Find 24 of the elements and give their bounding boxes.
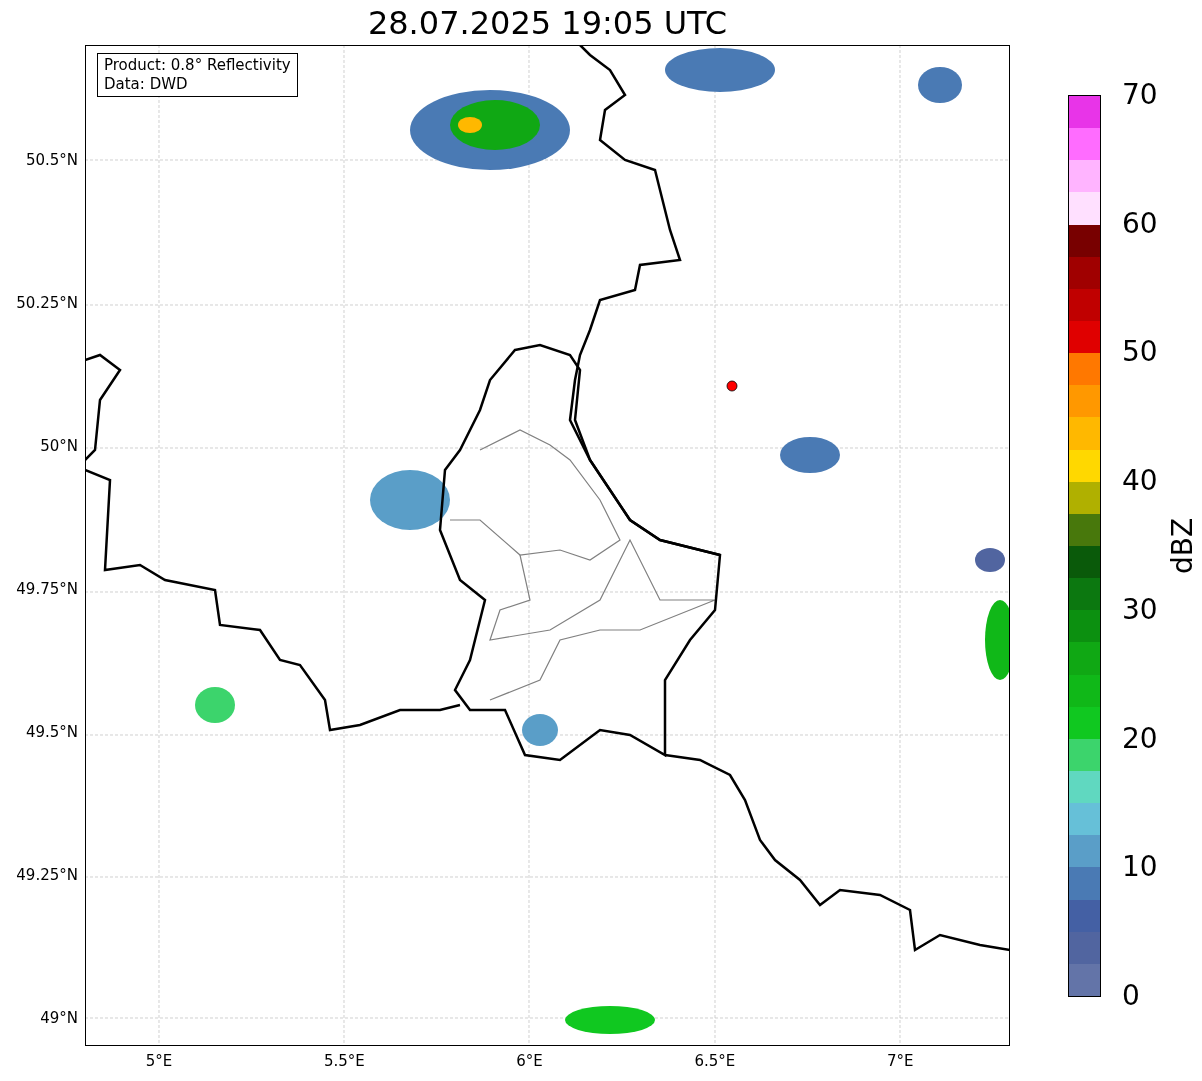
x-tick-label: 5.5°E (322, 1052, 366, 1070)
legend-text: Data: DWD (104, 75, 189, 94)
colorbar-tick-label: 0 (1122, 980, 1140, 1012)
x-tick-label: 6°E (515, 1052, 544, 1070)
colorbar-tick-label: 20 (1122, 722, 1158, 755)
colorbar-tick-label: 50 (1122, 336, 1158, 369)
colorbar-tick-label: 40 (1122, 465, 1158, 498)
y-tick-label: 49.5°N (25, 723, 78, 741)
colorbar-label: dBZ (1167, 517, 1200, 575)
x-tick-label: 6.5°E (693, 1052, 737, 1070)
x-tick-label: 5°E (144, 1052, 174, 1070)
colorbar-tick-label: 10 (1122, 851, 1158, 884)
y-tick-label: 50.25°N (16, 294, 78, 312)
colorbar-tick-label: 30 (1122, 593, 1158, 626)
y-tick-label: 49.25°N (16, 866, 78, 884)
legend-text: Product: 0.8° Reflectivity (104, 56, 291, 75)
colorbar-tick-label: 70 (1122, 79, 1158, 111)
y-tick-label: 49.75°N (16, 580, 78, 598)
y-tick-label: 49°N (40, 1009, 78, 1027)
y-tick-label: 50.5°N (25, 151, 78, 169)
chart-title: 28.07.2025 19:05 UTC (366, 3, 729, 43)
colorbar-tick-label: 60 (1122, 207, 1158, 240)
y-tick-label: 50°N (40, 437, 78, 455)
x-tick-label: 7°E (885, 1052, 915, 1070)
